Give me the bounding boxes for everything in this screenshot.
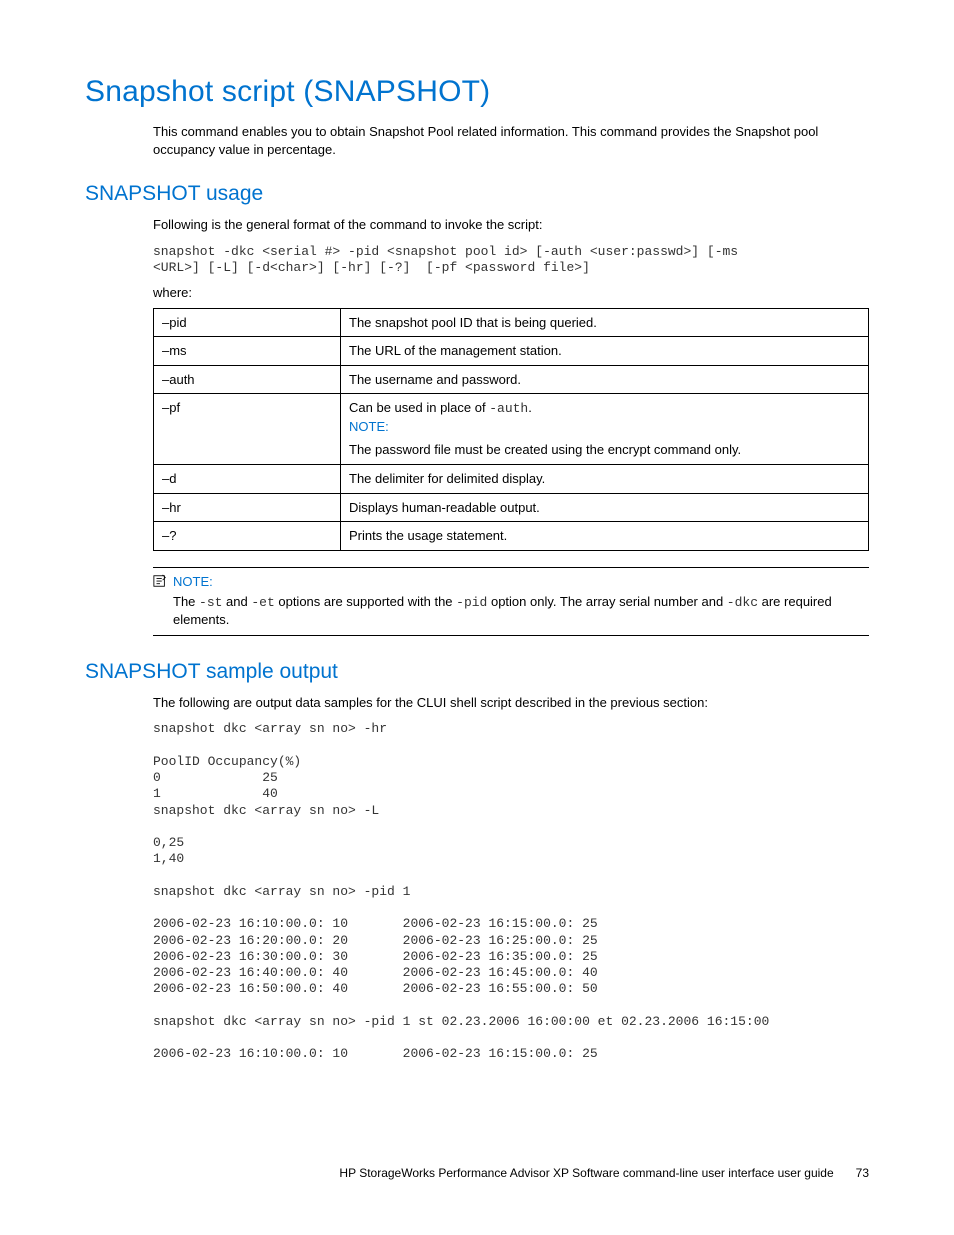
desc-cell: The delimiter for delimited display. [341, 464, 869, 493]
pf-pre: Can be used in place of [349, 400, 489, 415]
usage-lead: Following is the general format of the c… [153, 216, 869, 234]
table-row: –? Prints the usage statement. [154, 522, 869, 551]
table-row: –ms The URL of the management station. [154, 337, 869, 366]
table-row: –pf Can be used in place of -auth. NOTE:… [154, 394, 869, 465]
heading-sample-output: SNAPSHOT sample output [85, 660, 869, 684]
t: The [173, 594, 199, 609]
table-row: –d The delimiter for delimited display. [154, 464, 869, 493]
pf-note-text: The password file must be created using … [349, 441, 860, 459]
sample-lead: The following are output data samples fo… [153, 694, 869, 712]
flag-cell: –? [154, 522, 341, 551]
desc-cell: Displays human-readable output. [341, 493, 869, 522]
note-text: The -st and -et options are supported wi… [173, 593, 869, 629]
pf-mono: -auth [489, 401, 528, 416]
t: -dkc [727, 595, 758, 610]
page-footer: HP StorageWorks Performance Advisor XP S… [85, 1166, 869, 1180]
t: option only. The array serial number and [487, 594, 726, 609]
t: -st [199, 595, 222, 610]
note-header: NOTE: [153, 574, 869, 589]
desc-cell: The URL of the management station. [341, 337, 869, 366]
pf-note-label: NOTE: [349, 419, 389, 434]
sample-output: snapshot dkc <array sn no> -hr PoolID Oc… [153, 721, 869, 1062]
table-row: –hr Displays human-readable output. [154, 493, 869, 522]
t: and [222, 594, 251, 609]
desc-cell: The username and password. [341, 365, 869, 394]
footer-title: HP StorageWorks Performance Advisor XP S… [339, 1166, 833, 1180]
desc-cell: Prints the usage statement. [341, 522, 869, 551]
heading-snapshot-script: Snapshot script (SNAPSHOT) [85, 75, 869, 109]
flag-cell: –pf [154, 394, 341, 465]
desc-cell: The snapshot pool ID that is being queri… [341, 308, 869, 337]
pf-post: . [528, 400, 532, 415]
heading-usage: SNAPSHOT usage [85, 182, 869, 206]
t: options are supported with the [275, 594, 456, 609]
where-label: where: [153, 284, 869, 302]
desc-cell: Can be used in place of -auth. NOTE: The… [341, 394, 869, 465]
t: -et [251, 595, 274, 610]
note-box: NOTE: The -st and -et options are suppor… [153, 567, 869, 636]
footer-page-number: 73 [856, 1166, 869, 1180]
flag-cell: –hr [154, 493, 341, 522]
flag-cell: –pid [154, 308, 341, 337]
options-table: –pid The snapshot pool ID that is being … [153, 308, 869, 551]
table-row: –pid The snapshot pool ID that is being … [154, 308, 869, 337]
page: Snapshot script (SNAPSHOT) This command … [0, 0, 954, 1235]
note-icon [153, 574, 167, 588]
table-row: –auth The username and password. [154, 365, 869, 394]
t: -pid [456, 595, 487, 610]
usage-command: snapshot -dkc <serial #> -pid <snapshot … [153, 244, 869, 277]
flag-cell: –ms [154, 337, 341, 366]
note-label: NOTE: [173, 574, 213, 589]
flag-cell: –auth [154, 365, 341, 394]
intro-paragraph: This command enables you to obtain Snaps… [153, 123, 869, 158]
flag-cell: –d [154, 464, 341, 493]
